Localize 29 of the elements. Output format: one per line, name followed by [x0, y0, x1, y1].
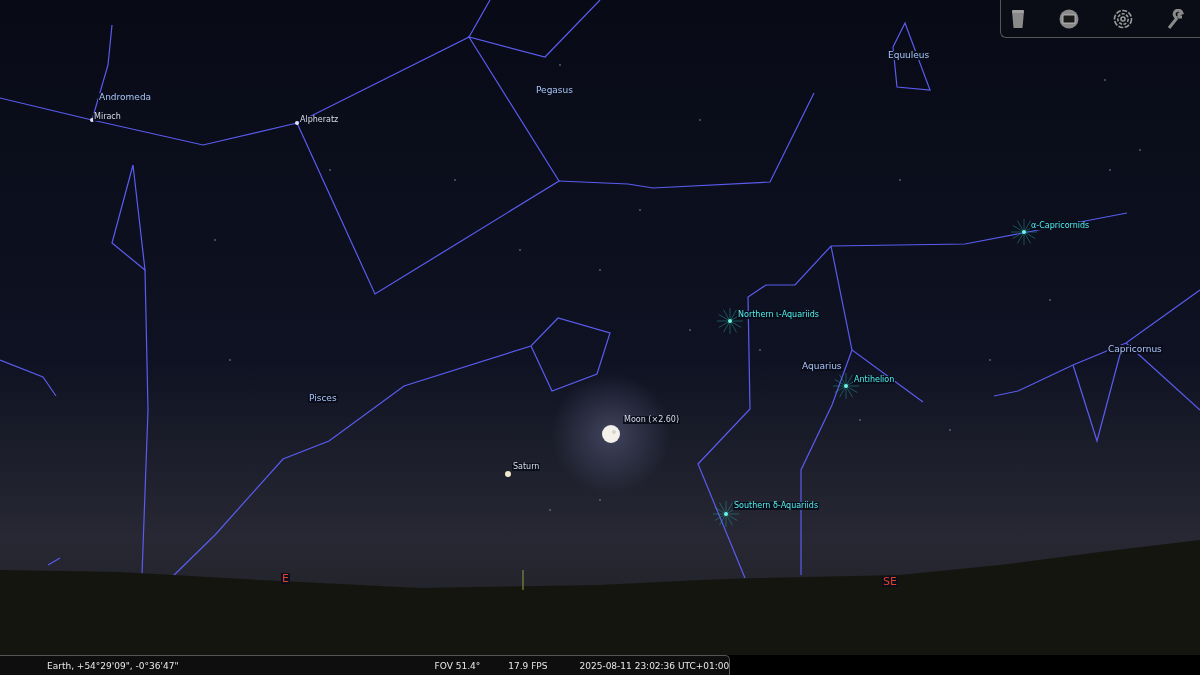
fov-text: FOV 51.4°	[434, 660, 481, 671]
cardinal-direction-label: SE	[882, 576, 898, 587]
constellation-label: Pegasus	[535, 86, 574, 95]
target-rings-icon[interactable]	[1113, 8, 1133, 29]
datetime-text: 2025-08-11 23:02:36 UTC+01:00	[579, 660, 730, 671]
moon-drawing[interactable]	[601, 424, 621, 444]
meteor-shower-label: Antihelion	[853, 376, 896, 384]
constellation-label: Capricornus	[1107, 345, 1163, 354]
fps-text: 17.9 FPS	[508, 660, 548, 671]
location-text: Earth, +54°29'09", -0°36'47"	[47, 660, 179, 671]
constellation-line	[0, 359, 57, 397]
constellation-line	[47, 557, 61, 566]
constellation-label: Equuleus	[887, 51, 931, 60]
constellation-label: Andromeda	[98, 93, 153, 102]
star-label: Mirach	[93, 113, 122, 121]
star-dot[interactable]	[295, 121, 299, 125]
wrench-icon[interactable]	[1167, 8, 1185, 29]
constellation-label: Pisces	[308, 394, 338, 403]
planet-label: Moon (×2.60)	[623, 416, 681, 424]
planet-dot-icon[interactable]	[505, 471, 511, 477]
planet-label: Saturn	[512, 463, 541, 471]
cardinal-direction-label: E	[281, 573, 290, 584]
trash-bin-icon[interactable]	[1011, 8, 1025, 29]
meteor-shower-label: α-Capricornids	[1030, 222, 1091, 230]
window-frame-icon[interactable]	[1059, 8, 1079, 29]
star-label: Alpheratz	[299, 116, 340, 124]
constellation-label: Aquarius	[801, 362, 843, 371]
meteor-shower-label: Southern δ-Aquariids	[733, 502, 820, 510]
meteor-shower-label: Northern ι-Aquariids	[737, 311, 820, 319]
